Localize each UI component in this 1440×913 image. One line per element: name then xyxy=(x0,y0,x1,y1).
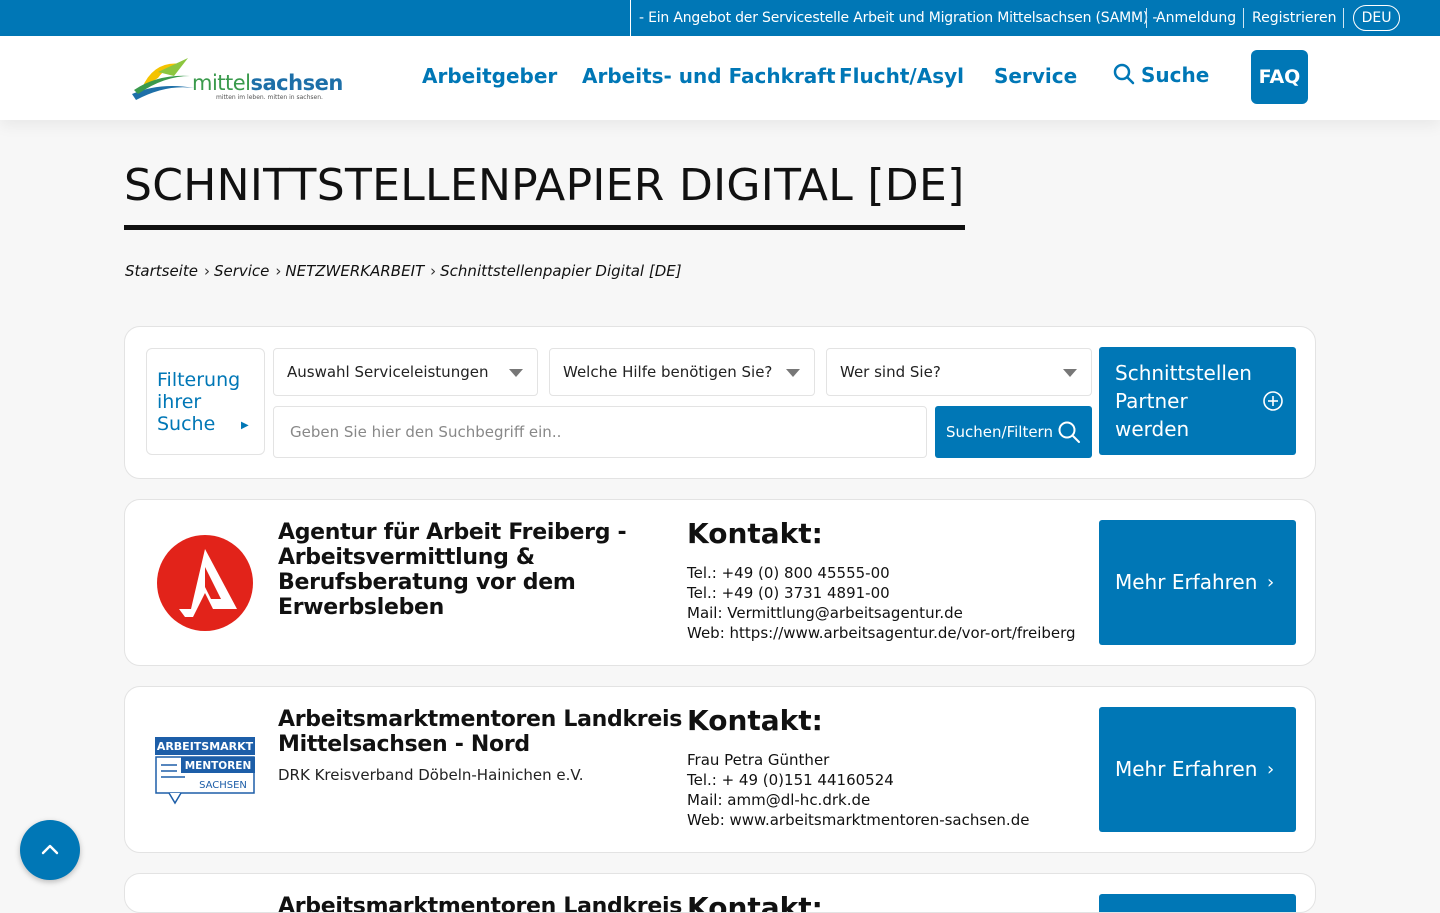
search-icon xyxy=(1058,421,1080,443)
top-bar: - Ein Angebot der Servicestelle Arbeit u… xyxy=(0,0,1440,36)
contact-line: Mail: amm@dl-hc.drk.de xyxy=(687,791,871,809)
result-title[interactable]: Arbeitsmarktmentoren Landkreis Mittelsac… xyxy=(278,707,683,757)
language-switcher[interactable]: DEU xyxy=(1353,5,1400,31)
logo-word-part: mittel xyxy=(192,71,251,95)
contact-line: Mail: Vermittlung@arbeitsagentur.de xyxy=(687,604,963,622)
caret-down-icon xyxy=(1063,369,1077,377)
select-help-value: Welche Hilfe benötigen Sie? xyxy=(563,363,773,381)
login-link[interactable]: Anmeldung xyxy=(1156,0,1236,36)
select-services[interactable]: Auswahl Serviceleistungen xyxy=(273,348,538,396)
chevron-right-icon: › xyxy=(1267,572,1275,593)
breadcrumb-current: Schnittstellenpapier Digital [DE] xyxy=(440,262,682,280)
search-filter-button[interactable]: Suchen/Filtern xyxy=(935,406,1092,458)
arbeitsmarktmentoren-logo: ARBEITSMARKT MENTOREN SACHSEN xyxy=(155,737,255,805)
result-title[interactable]: Agentur für Arbeit Freiberg - Arbeitsver… xyxy=(278,520,683,620)
contact-line: Web: https://www.arbeitsagentur.de/vor-o… xyxy=(687,624,1076,642)
logo-wordmark: mittelsachsen xyxy=(192,71,343,95)
select-services-value: Auswahl Serviceleistungen xyxy=(287,363,489,381)
chevron-right-icon: › xyxy=(430,262,437,280)
chevron-right-icon: › xyxy=(1267,759,1275,780)
contact-line: Tel.: +49 (0) 3731 4891-00 xyxy=(687,584,890,602)
nav-arbeits-fachkraft[interactable]: Arbeits- und Fachkraft xyxy=(582,64,836,88)
svg-text:SACHSEN: SACHSEN xyxy=(199,780,247,791)
register-link[interactable]: Registrieren xyxy=(1252,0,1336,36)
logo-tagline: mitten im leben. mitten in sachsen. xyxy=(216,94,323,101)
more-info-label: Mehr Erfahren xyxy=(1115,570,1258,594)
select-who[interactable]: Wer sind Sie? xyxy=(826,348,1092,396)
logo-mark-icon xyxy=(132,58,194,100)
top-bar-divider xyxy=(1146,8,1147,28)
breadcrumb-item[interactable]: Service xyxy=(214,262,269,280)
contact-line: Tel.: +49 (0) 800 45555-00 xyxy=(687,564,890,582)
more-info-button[interactable]: Mehr Erfahren › xyxy=(1099,707,1296,832)
contact-line: Frau Petra Günther xyxy=(687,751,830,769)
caret-down-icon xyxy=(786,369,800,377)
page-title: SCHNITTSTELLENPAPIER DIGITAL [DE] xyxy=(124,160,965,230)
contact-heading: Kontakt: xyxy=(687,704,823,737)
faq-button[interactable]: FAQ xyxy=(1251,50,1308,104)
nav-arbeitgeber[interactable]: Arbeitgeber xyxy=(422,64,557,88)
filter-card: Filterung ihrer Suche ▶ Auswahl Servicel… xyxy=(124,326,1316,479)
breadcrumb-item[interactable]: Startseite xyxy=(125,262,198,280)
chevron-right-icon: › xyxy=(275,262,282,280)
offer-text: - Ein Angebot der Servicestelle Arbeit u… xyxy=(630,0,1157,36)
arbeitsagentur-logo-icon xyxy=(157,535,253,631)
contact-line: Tel.: + 49 (0)151 44160524 xyxy=(687,771,894,789)
top-bar-divider xyxy=(1243,8,1244,28)
plus-circle-icon xyxy=(1263,391,1283,411)
nav-flucht-asyl[interactable]: Flucht/Asyl xyxy=(839,64,964,88)
become-partner-button[interactable]: Schnittstellen Partner werden xyxy=(1099,347,1296,455)
search-icon xyxy=(1113,63,1135,85)
scroll-to-top-button[interactable] xyxy=(20,820,80,880)
more-info-button[interactable]: Mehr Erfahren › xyxy=(1099,520,1296,645)
breadcrumb: Startseite › Service › NETZWERKARBEIT › Schnit… xyxy=(125,262,682,280)
more-info-label: Mehr Erfahren xyxy=(1115,757,1258,781)
contact-details: Frau Petra Günther Tel.: + 49 (0)151 441… xyxy=(687,750,1029,830)
chevron-right-icon: › xyxy=(203,262,210,280)
chevron-up-icon xyxy=(41,844,59,855)
nav-search-label: Suche xyxy=(1141,63,1210,87)
contact-heading: Kontakt: xyxy=(687,891,823,913)
result-card: Agentur für Arbeit Freiberg - Arbeitsver… xyxy=(124,499,1316,666)
select-help[interactable]: Welche Hilfe benötigen Sie? xyxy=(549,348,815,396)
select-who-value: Wer sind Sie? xyxy=(840,363,941,381)
filter-toggle[interactable]: Filterung ihrer Suche ▶ xyxy=(146,348,265,455)
contact-details: Tel.: +49 (0) 800 45555-00 Tel.: +49 (0)… xyxy=(687,563,1076,643)
become-partner-label: Schnittstellen Partner werden xyxy=(1115,361,1252,441)
svg-text:ARBEITSMARKT: ARBEITSMARKT xyxy=(157,740,254,753)
search-filter-label: Suchen/Filtern xyxy=(946,423,1053,441)
contact-heading: Kontakt: xyxy=(687,517,823,550)
filter-label: Filterung ihrer Suche xyxy=(157,369,241,435)
nav-search[interactable]: Suche xyxy=(1113,63,1209,87)
result-subtitle: DRK Kreisverband Döbeln-Hainichen e.V. xyxy=(278,766,584,784)
caret-down-icon xyxy=(509,369,523,377)
result-title[interactable]: Arbeitsmarktmentoren Landkreis xyxy=(278,894,698,912)
more-info-button[interactable] xyxy=(1099,894,1296,912)
nav-service[interactable]: Service xyxy=(994,64,1077,88)
caret-right-icon: ▶ xyxy=(241,420,249,431)
result-card: ARBEITSMARKT MENTOREN SACHSEN Arbeitsmar… xyxy=(124,686,1316,853)
site-logo[interactable]: mittelsachsen mitten im leben. mitten in… xyxy=(130,54,343,106)
svg-text:MENTOREN: MENTOREN xyxy=(185,760,252,772)
breadcrumb-item[interactable]: NETZWERKARBEIT xyxy=(285,262,424,280)
contact-line: Web: www.arbeitsmarktmentoren-sachsen.de xyxy=(687,811,1030,829)
result-card: Arbeitsmarktmentoren Landkreis Kontakt: xyxy=(124,873,1316,913)
search-input[interactable] xyxy=(273,406,927,458)
top-bar-divider xyxy=(1343,8,1344,28)
main-header: mittelsachsen mitten im leben. mitten in… xyxy=(0,36,1440,120)
logo-word-part: sachsen xyxy=(250,71,344,95)
